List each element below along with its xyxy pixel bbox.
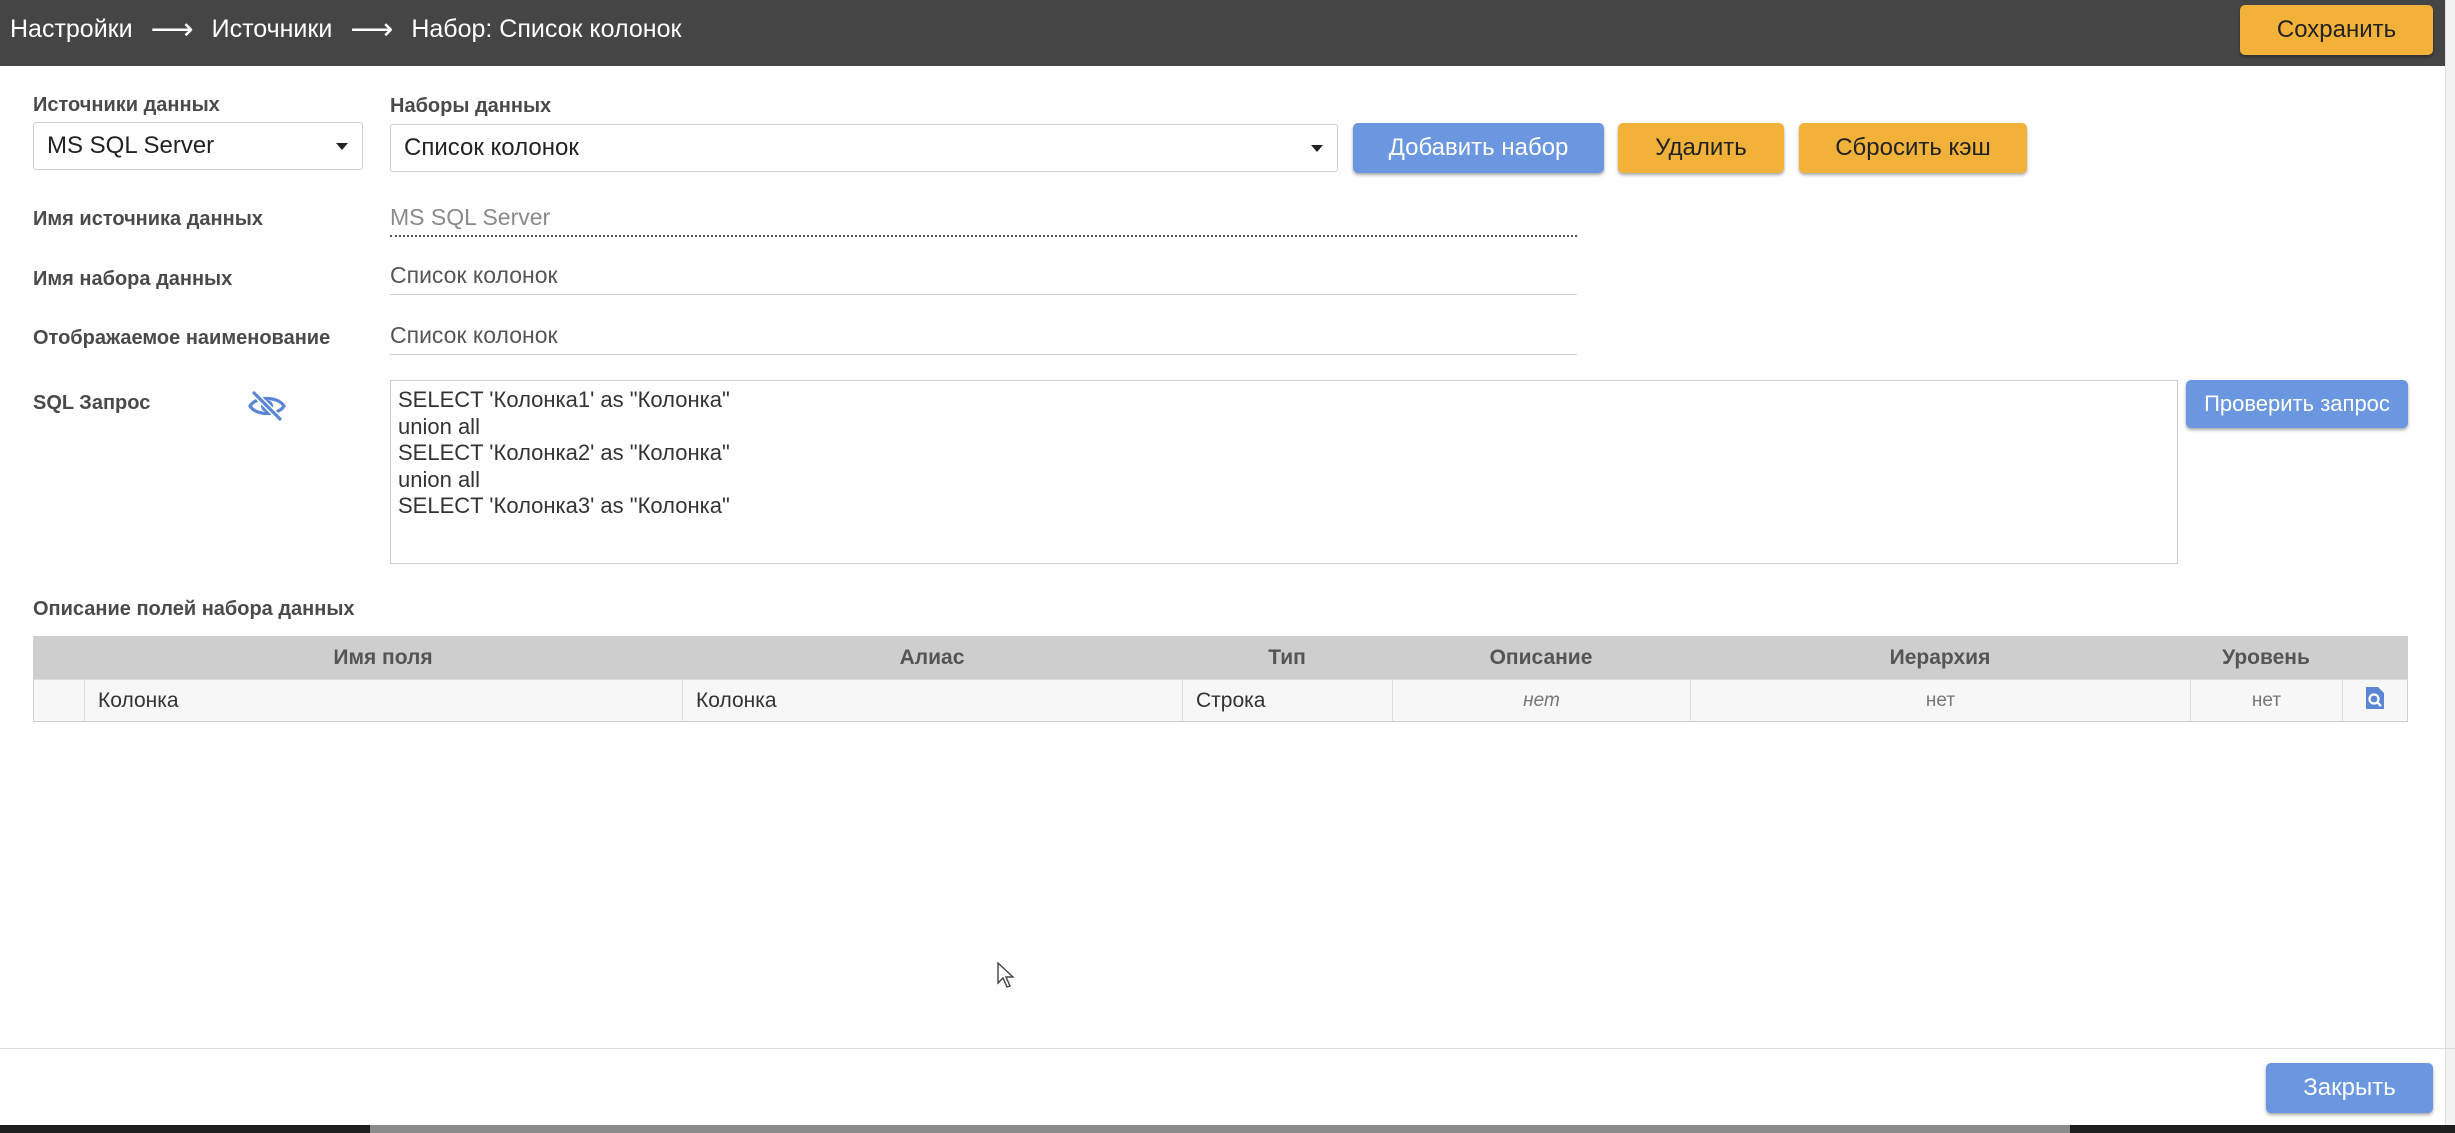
close-button[interactable]: Закрыть — [2266, 1063, 2433, 1113]
horizontal-scrollbar[interactable] — [0, 1125, 2455, 1133]
chevron-down-icon — [1311, 145, 1323, 152]
reset-cache-button[interactable]: Сбросить кэш — [1799, 123, 2027, 173]
delete-button[interactable]: Удалить — [1618, 123, 1784, 173]
cell-hierarchy[interactable]: нет — [1690, 680, 2190, 721]
sql-line: SELECT 'Колонка1' as "Колонка" — [398, 387, 730, 412]
column-header-alias[interactable]: Алиас — [682, 637, 1182, 679]
column-header-hierarchy[interactable]: Иерархия — [1690, 637, 2190, 679]
sql-line: SELECT 'Колонка2' as "Колонка" — [398, 440, 730, 465]
fields-table: Имя поля Алиас Тип Описание Иерархия Уро… — [33, 636, 2408, 722]
cell-alias[interactable]: Колонка — [682, 680, 1182, 721]
sql-label: SQL Запрос — [33, 392, 151, 414]
sql-line: union all — [398, 413, 480, 439]
sql-query-editor[interactable]: SELECT 'Колонка1' as "Колонка" union all… — [390, 380, 2178, 564]
sources-label: Источники данных — [33, 94, 220, 116]
dataset-select[interactable]: Список колонок — [390, 124, 1338, 172]
save-button[interactable]: Сохранить — [2240, 5, 2433, 55]
fields-table-title: Описание полей набора данных — [33, 598, 355, 620]
table-row[interactable]: Колонка Колонка Строка нет нет нет — [34, 679, 2407, 721]
datasets-label: Наборы данных — [390, 95, 552, 117]
breadcrumb-separator: ⟶ — [350, 12, 394, 46]
chevron-down-icon — [336, 143, 348, 150]
source-name-label: Имя источника данных — [33, 208, 263, 230]
source-select[interactable]: MS SQL Server — [33, 122, 363, 170]
breadcrumb-dataset: Набор: Список колонок — [411, 14, 682, 43]
column-header-description[interactable]: Описание — [1392, 637, 1690, 679]
column-header-level[interactable]: Уровень — [2190, 637, 2342, 679]
dataset-select-value: Список колонок — [404, 134, 579, 161]
dataset-name-input[interactable]: Список колонок — [390, 257, 1577, 295]
vertical-scrollbar[interactable] — [2445, 0, 2455, 1125]
cell-level[interactable]: нет — [2190, 680, 2342, 721]
cell-field-name[interactable]: Колонка — [84, 680, 682, 721]
scrollbar-thumb[interactable] — [370, 1125, 2070, 1133]
sql-line: SELECT 'Колонка3' as "Колонка" — [398, 493, 730, 518]
mouse-cursor-icon — [997, 961, 1017, 995]
source-select-value: MS SQL Server — [47, 132, 215, 159]
add-dataset-button[interactable]: Добавить набор — [1353, 123, 1604, 173]
footer-divider — [0, 1048, 2455, 1049]
breadcrumb-separator: ⟶ — [150, 12, 194, 46]
breadcrumb-settings[interactable]: Настройки — [10, 15, 133, 44]
row-selector[interactable] — [34, 680, 84, 721]
display-name-input[interactable]: Список колонок — [390, 317, 1577, 355]
table-header: Имя поля Алиас Тип Описание Иерархия Уро… — [34, 637, 2407, 679]
column-header-name[interactable]: Имя поля — [84, 637, 682, 679]
row-action-cell — [2342, 680, 2407, 721]
breadcrumb-sources[interactable]: Источники — [212, 15, 333, 44]
breadcrumb: Настройки ⟶ Источники ⟶ Набор: Список ко… — [10, 0, 681, 58]
cell-type[interactable]: Строка — [1182, 680, 1392, 721]
eye-off-icon[interactable] — [247, 388, 287, 424]
display-name-label: Отображаемое наименование — [33, 327, 331, 349]
column-header-type[interactable]: Тип — [1182, 637, 1392, 679]
search-document-icon[interactable] — [2364, 686, 2386, 716]
check-query-button[interactable]: Проверить запрос — [2186, 380, 2408, 428]
cell-description[interactable]: нет — [1392, 680, 1690, 721]
dataset-name-label: Имя набора данных — [33, 268, 233, 290]
sql-line: union all — [398, 466, 480, 492]
top-bar: Настройки ⟶ Источники ⟶ Набор: Список ко… — [0, 0, 2445, 66]
source-name-field: MS SQL Server — [390, 199, 1577, 237]
